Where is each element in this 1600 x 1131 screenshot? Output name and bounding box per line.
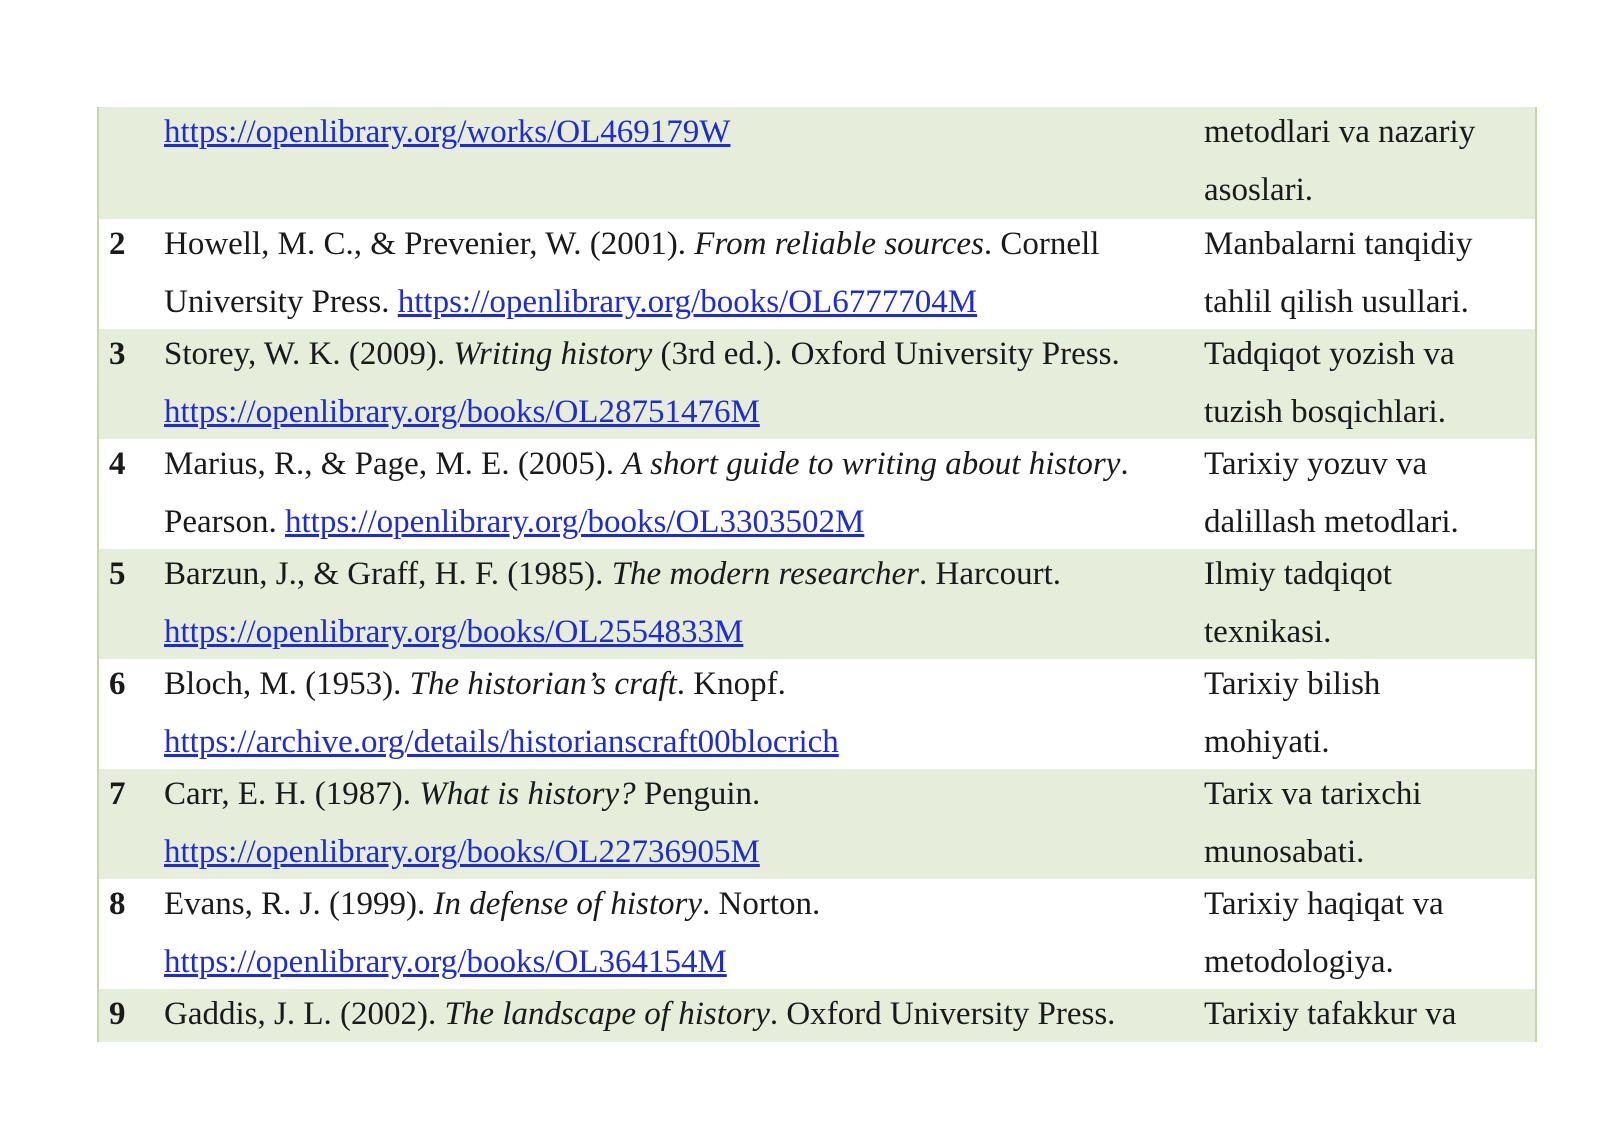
- reference-title: The historian’s craft: [409, 666, 677, 702]
- reference-publisher: (3rd ed.). Oxford University Press.: [652, 336, 1120, 372]
- reference-link[interactable]: https://openlibrary.org/books/OL2554833M: [164, 614, 743, 650]
- reference-link[interactable]: https://openlibrary.org/books/OL364154M: [164, 944, 727, 980]
- row-number: 9: [109, 996, 126, 1032]
- reference-link[interactable]: https://openlibrary.org/books/OL22736905…: [164, 834, 760, 870]
- reference-link[interactable]: https://openlibrary.org/books/OL6777704M: [398, 284, 977, 320]
- reference-link[interactable]: https://openlibrary.org/books/OL3303502M: [285, 504, 864, 540]
- reference-cell: Bloch, M. (1953). The historian’s craft.…: [164, 659, 1204, 769]
- reference-link[interactable]: https://archive.org/details/historianscr…: [164, 724, 839, 760]
- reference-cell: Storey, W. K. (2009). Writing history (3…: [164, 329, 1204, 439]
- row-number: 6: [109, 666, 126, 702]
- note-cell: metodlari va nazariy asoslari.: [1204, 107, 1535, 219]
- row-number: 2: [109, 226, 126, 262]
- row-number: 4: [109, 446, 126, 482]
- table-row: 3 Storey, W. K. (2009). Writing history …: [99, 329, 1535, 439]
- note-line: tuzish bosqichlari.: [1204, 394, 1446, 430]
- row-number: 8: [109, 886, 126, 922]
- note-line: Ilmiy tadqiqot: [1204, 556, 1392, 592]
- reference-cell: Evans, R. J. (1999). In defense of histo…: [164, 879, 1204, 989]
- reference-authors: Storey, W. K. (2009).: [164, 336, 454, 372]
- reference-publisher: . Norton.: [702, 886, 821, 922]
- note-line: Manbalarni tanqidiy: [1204, 226, 1473, 262]
- note-line: mohiyati.: [1204, 724, 1330, 760]
- reference-authors: Carr, E. H. (1987).: [164, 776, 420, 812]
- note-line: Tarixiy yozuv va: [1204, 446, 1428, 482]
- note-cell: Tarixiy bilish mohiyati.: [1204, 659, 1535, 769]
- reference-title: Writing history: [453, 336, 653, 372]
- note-line: munosabati.: [1204, 834, 1365, 870]
- reference-cell: Carr, E. H. (1987). What is history? Pen…: [164, 769, 1204, 879]
- table-row: 2 Howell, M. C., & Prevenier, W. (2001).…: [99, 219, 1535, 329]
- note-cell: Tarixiy haqiqat va metodologiya.: [1204, 879, 1535, 989]
- reference-title: In defense of history: [433, 886, 703, 922]
- reference-authors: Howell, M. C., & Prevenier, W. (2001).: [164, 226, 695, 262]
- note-line: Tarix va tarixchi: [1204, 776, 1422, 812]
- note-cell: Manbalarni tanqidiy tahlil qilish usulla…: [1204, 219, 1535, 329]
- table-row: 9 Gaddis, J. L. (2002). The landscape of…: [99, 989, 1535, 1042]
- reference-cell: https://openlibrary.org/works/OL469179W: [164, 107, 1204, 219]
- table-row: 4 Marius, R., & Page, M. E. (2005). A sh…: [99, 439, 1535, 549]
- table-row: https://openlibrary.org/works/OL469179W …: [99, 107, 1535, 219]
- reference-authors: Evans, R. J. (1999).: [164, 886, 434, 922]
- table-row: 8 Evans, R. J. (1999). In defense of his…: [99, 879, 1535, 989]
- reference-publisher: . Oxford University Press.: [769, 996, 1116, 1032]
- note-cell: Ilmiy tadqiqot texnikasi.: [1204, 549, 1535, 659]
- reference-authors: Gaddis, J. L. (2002).: [164, 996, 445, 1032]
- row-number: 3: [109, 336, 126, 372]
- note-line: Tadqiqot yozish va: [1204, 336, 1455, 372]
- note-cell: Tarixiy yozuv va dalillash metodlari.: [1204, 439, 1535, 549]
- reference-title: From reliable sources: [694, 226, 984, 262]
- reference-cell: Barzun, J., & Graff, H. F. (1985). The m…: [164, 549, 1204, 659]
- note-line: Tarixiy bilish: [1204, 666, 1381, 702]
- reference-cell: Gaddis, J. L. (2002). The landscape of h…: [164, 989, 1204, 1042]
- table-row: 6 Bloch, M. (1953). The historian’s craf…: [99, 659, 1535, 769]
- references-table: https://openlibrary.org/works/OL469179W …: [97, 107, 1537, 1042]
- reference-authors: Barzun, J., & Graff, H. F. (1985).: [164, 556, 612, 592]
- note-line: metodologiya.: [1204, 944, 1394, 980]
- reference-title: A short guide to writing about history: [622, 446, 1121, 482]
- reference-title: What is history?: [419, 776, 636, 812]
- reference-publisher: . Harcourt.: [919, 556, 1062, 592]
- reference-link[interactable]: https://openlibrary.org/works/OL469179W: [164, 114, 730, 150]
- note-line: Tarixiy tafakkur va: [1204, 996, 1457, 1032]
- reference-cell: Marius, R., & Page, M. E. (2005). A shor…: [164, 439, 1204, 549]
- note-line: asoslari.: [1204, 172, 1314, 208]
- row-number: [99, 107, 164, 219]
- reference-title: The modern researcher: [611, 556, 920, 592]
- row-number: 7: [109, 776, 126, 812]
- reference-cell: Howell, M. C., & Prevenier, W. (2001). F…: [164, 219, 1204, 329]
- document-page: https://openlibrary.org/works/OL469179W …: [0, 0, 1600, 1131]
- note-cell: Tadqiqot yozish va tuzish bosqichlari.: [1204, 329, 1535, 439]
- reference-authors: Marius, R., & Page, M. E. (2005).: [164, 446, 623, 482]
- note-cell: Tarixiy tafakkur va: [1204, 989, 1535, 1042]
- note-line: texnikasi.: [1204, 614, 1332, 650]
- reference-publisher: Penguin.: [635, 776, 761, 812]
- reference-link[interactable]: https://openlibrary.org/books/OL28751476…: [164, 394, 760, 430]
- note-line: Tarixiy haqiqat va: [1204, 886, 1444, 922]
- note-cell: Tarix va tarixchi munosabati.: [1204, 769, 1535, 879]
- note-line: dalillash metodlari.: [1204, 504, 1459, 540]
- row-number: 5: [109, 556, 126, 592]
- note-line: metodlari va nazariy: [1204, 114, 1476, 150]
- reference-authors: Bloch, M. (1953).: [164, 666, 410, 702]
- table-row: 7 Carr, E. H. (1987). What is history? P…: [99, 769, 1535, 879]
- note-line: tahlil qilish usullari.: [1204, 284, 1469, 320]
- table-row: 5 Barzun, J., & Graff, H. F. (1985). The…: [99, 549, 1535, 659]
- reference-title: The landscape of history: [444, 996, 770, 1032]
- reference-publisher: . Knopf.: [676, 666, 786, 702]
